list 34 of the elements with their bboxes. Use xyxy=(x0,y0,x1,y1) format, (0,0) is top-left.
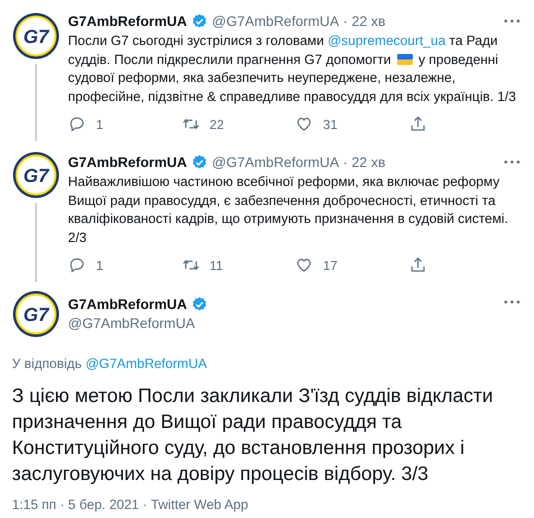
tweet-text: Посли G7 сьогодні зустрілися з головами @supremecourt_ua та Ради суддів. Посли підкреслили прагнення G7 допомогти у проведенні судової реформи, яка забезпечить неупереджене, незалежне, професійне, підзвітне & справедливе правосуддя для всіх українців. 1/3 xyxy=(68,32,517,106)
more-icon[interactable] xyxy=(504,300,520,304)
user-handle[interactable]: @G7AmbReformUA xyxy=(212,153,340,171)
heart-icon[interactable] xyxy=(295,115,313,133)
more-icon[interactable] xyxy=(504,160,520,164)
tweet-text: З цією метою Посли закликали З'їзд суддів відкласти призначення до Вищої ради правосуддя та Конституційного суду, до встановлення прозорих і заслуговуючих на довіру процесів відбору. 3/3 xyxy=(12,384,494,487)
reply-count: 1 xyxy=(96,116,104,132)
avatar-logo[interactable]: G7 xyxy=(12,151,60,199)
author-name[interactable]: G7AmbReformUA xyxy=(68,12,188,30)
more-icon[interactable] xyxy=(504,19,520,23)
user-handle[interactable]: @G7AmbReformUA xyxy=(212,12,340,30)
reply-icon[interactable] xyxy=(68,115,86,133)
reply-to-label: У відповідь xyxy=(12,356,82,371)
avatar-logo[interactable]: G7 xyxy=(12,290,60,338)
share-icon[interactable] xyxy=(408,256,426,274)
like-count: 17 xyxy=(323,258,338,272)
like-count: 31 xyxy=(323,116,338,132)
tweet-time[interactable]: · 22 хв xyxy=(343,153,386,171)
reply-count: 1 xyxy=(96,258,104,272)
retweet-count: 22 xyxy=(210,116,224,132)
user-handle[interactable]: @G7AmbReformUA xyxy=(68,314,208,333)
tweet-timestamp[interactable]: 1:15 пп · 5 бер. 2021 · Twitter Web App xyxy=(12,497,522,512)
share-icon[interactable] xyxy=(408,115,426,133)
ukraine-flag-icon xyxy=(396,54,413,64)
mention-link[interactable]: @G7AmbReformUA xyxy=(85,356,207,371)
author-name[interactable]: G7AmbReformUA xyxy=(68,295,188,314)
tweet-text: Найважливішою частиною всебічної реформи, яка включає реформу Вищої ради правосуддя, є забезпечення доброчесності, етичності та кваліфікованості кадрів, що отримують призначення в судовій системі. 2/3 xyxy=(68,173,510,246)
author-name[interactable]: G7AmbReformUA xyxy=(68,153,188,171)
reply-icon[interactable] xyxy=(68,256,86,274)
mention-link[interactable]: @supremecourt_ua xyxy=(328,33,446,48)
tweet-time[interactable]: · 22 хв xyxy=(343,12,386,30)
retweet-count: 11 xyxy=(210,258,223,272)
heart-icon[interactable] xyxy=(295,256,313,274)
avatar-logo[interactable]: G7 xyxy=(12,12,60,60)
